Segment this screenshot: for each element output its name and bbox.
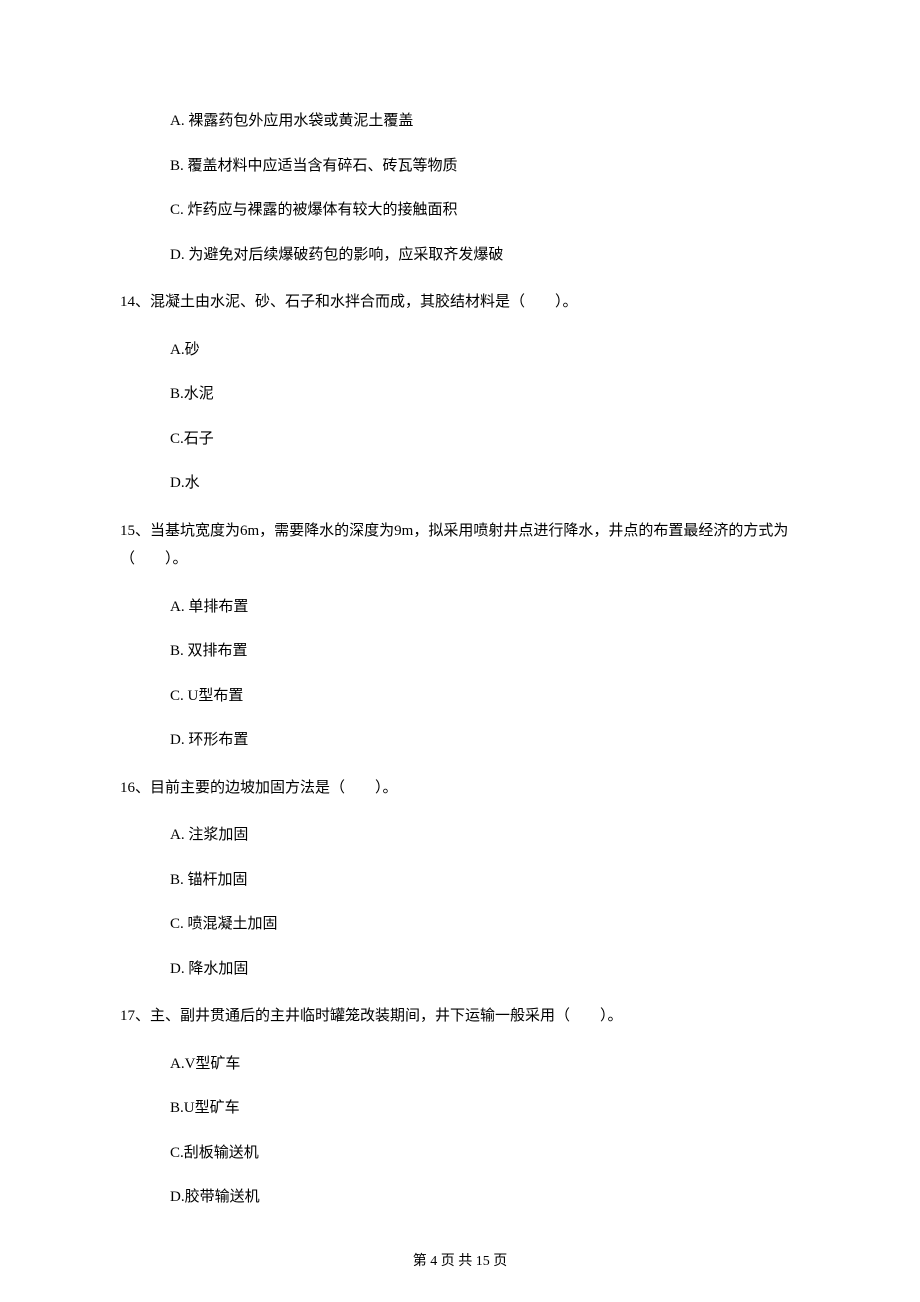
q15-option-a: A. 单排布置	[120, 596, 800, 619]
q17-option-a: A.V型矿车	[120, 1053, 800, 1076]
page-footer: 第 4 页 共 15 页	[0, 1251, 920, 1272]
q17-option-b: B.U型矿车	[120, 1097, 800, 1120]
q13-option-b: B. 覆盖材料中应适当含有碎石、砖瓦等物质	[120, 155, 800, 178]
q16-option-d: D. 降水加固	[120, 958, 800, 981]
q14-option-a: A.砂	[120, 339, 800, 362]
q14-stem: 14、混凝土由水泥、砂、石子和水拌合而成，其胶结材料是（ ）。	[120, 288, 800, 317]
q14-option-b: B.水泥	[120, 383, 800, 406]
q17-option-c: C.刮板输送机	[120, 1142, 800, 1165]
q16-stem: 16、目前主要的边坡加固方法是（ ）。	[120, 774, 800, 803]
q14-option-d: D.水	[120, 472, 800, 495]
q16-option-a: A. 注浆加固	[120, 824, 800, 847]
q16-option-b: B. 锚杆加固	[120, 869, 800, 892]
q14-option-c: C.石子	[120, 428, 800, 451]
q17-stem: 17、主、副井贯通后的主井临时罐笼改装期间，井下运输一般采用（ ）。	[120, 1002, 800, 1031]
q15-stem: 15、当基坑宽度为6m，需要降水的深度为9m，拟采用喷射井点进行降水，井点的布置…	[120, 517, 800, 574]
page-content: A. 裸露药包外应用水袋或黄泥土覆盖 B. 覆盖材料中应适当含有碎石、砖瓦等物质…	[0, 0, 920, 1209]
q17-option-d: D.胶带输送机	[120, 1186, 800, 1209]
q16-option-c: C. 喷混凝土加固	[120, 913, 800, 936]
q15-option-c: C. U型布置	[120, 685, 800, 708]
q15-option-d: D. 环形布置	[120, 729, 800, 752]
q13-option-d: D. 为避免对后续爆破药包的影响，应采取齐发爆破	[120, 244, 800, 267]
q15-option-b: B. 双排布置	[120, 640, 800, 663]
q13-option-a: A. 裸露药包外应用水袋或黄泥土覆盖	[120, 110, 800, 133]
q13-option-c: C. 炸药应与裸露的被爆体有较大的接触面积	[120, 199, 800, 222]
